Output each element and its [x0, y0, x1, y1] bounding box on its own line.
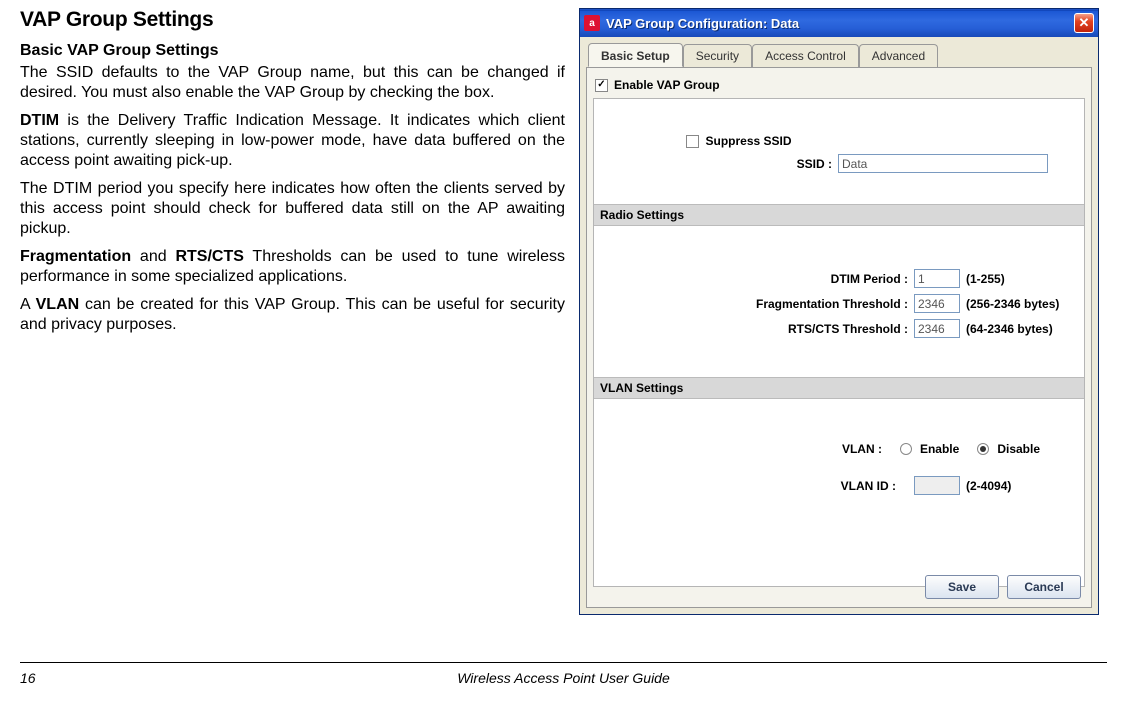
tab-pane: Enable VAP Group Suppress SSID SSID :: [586, 67, 1092, 608]
doc-text-column: VAP Group Settings Basic VAP Group Setti…: [20, 8, 565, 615]
cancel-button[interactable]: Cancel: [1007, 575, 1081, 599]
term-dtim: DTIM: [20, 112, 59, 129]
tab-access-control[interactable]: Access Control: [752, 44, 859, 68]
app-icon: a: [584, 15, 600, 31]
page-heading: VAP Group Settings: [20, 8, 565, 32]
titlebar[interactable]: a VAP Group Configuration: Data ✕: [580, 9, 1098, 37]
frag-input[interactable]: [914, 294, 960, 313]
para-ssid: The SSID defaults to the VAP Group name,…: [20, 63, 565, 103]
tab-strip: Basic Setup Security Access Control Adva…: [586, 43, 1092, 67]
tab-basic-setup[interactable]: Basic Setup: [588, 43, 683, 67]
dtim-input[interactable]: [914, 269, 960, 288]
term-vlan: VLAN: [36, 296, 80, 313]
radio-settings-header: Radio Settings: [594, 204, 1084, 226]
dialog-window: a VAP Group Configuration: Data ✕ Basic …: [579, 8, 1099, 615]
para-vlan-end: can be created for this VAP Group. This …: [20, 296, 565, 333]
para-vlan-pre: A: [20, 296, 36, 313]
para-dtim-body: is the Delivery Traffic Indication Messa…: [20, 112, 565, 169]
para-dtim: DTIM is the Delivery Traffic Indication …: [20, 111, 565, 171]
vlanid-input[interactable]: [914, 476, 960, 495]
vlan-disable-label: Disable: [997, 442, 1040, 456]
suppress-ssid-label: Suppress SSID: [705, 134, 791, 148]
vlan-disable-radio[interactable]: [977, 443, 989, 455]
ssid-input[interactable]: [838, 154, 1048, 173]
rts-input[interactable]: [914, 319, 960, 338]
dtim-label: DTIM Period :: [831, 272, 908, 286]
para-frag: Fragmentation and RTS/CTS Thresholds can…: [20, 247, 565, 287]
ssid-label: SSID :: [797, 157, 832, 171]
enable-vap-checkbox[interactable]: [595, 79, 608, 92]
vlanid-label: VLAN ID :: [841, 479, 896, 493]
term-fragmentation: Fragmentation: [20, 248, 131, 265]
window-title: VAP Group Configuration: Data: [606, 16, 1074, 31]
save-button[interactable]: Save: [925, 575, 999, 599]
frag-hint: (256-2346 bytes): [966, 297, 1076, 311]
para-vlan: A VLAN can be created for this VAP Group…: [20, 295, 565, 335]
close-icon[interactable]: ✕: [1074, 13, 1094, 33]
rts-label: RTS/CTS Threshold :: [788, 322, 908, 336]
vlan-settings-header: VLAN Settings: [594, 377, 1084, 399]
suppress-ssid-checkbox[interactable]: [686, 135, 699, 148]
tab-advanced[interactable]: Advanced: [859, 44, 938, 68]
footer-rule: [20, 662, 1107, 663]
para-frag-mid: and: [131, 248, 175, 265]
rts-hint: (64-2346 bytes): [966, 322, 1076, 336]
vlan-label: VLAN :: [842, 442, 882, 456]
vlan-enable-radio[interactable]: [900, 443, 912, 455]
term-rtscts: RTS/CTS: [175, 248, 243, 265]
frag-label: Fragmentation Threshold :: [756, 297, 908, 311]
dtim-hint: (1-255): [966, 272, 1076, 286]
footer-title: Wireless Access Point User Guide: [0, 670, 1127, 686]
enable-vap-label: Enable VAP Group: [614, 78, 720, 92]
vlan-enable-label: Enable: [920, 442, 959, 456]
settings-panel: Suppress SSID SSID : Radio Settings DTIM…: [593, 98, 1085, 587]
para-dtim-period: The DTIM period you specify here indicat…: [20, 179, 565, 239]
tab-security[interactable]: Security: [683, 44, 752, 68]
vlanid-hint: (2-4094): [966, 479, 1076, 493]
section-heading: Basic VAP Group Settings: [20, 42, 565, 60]
